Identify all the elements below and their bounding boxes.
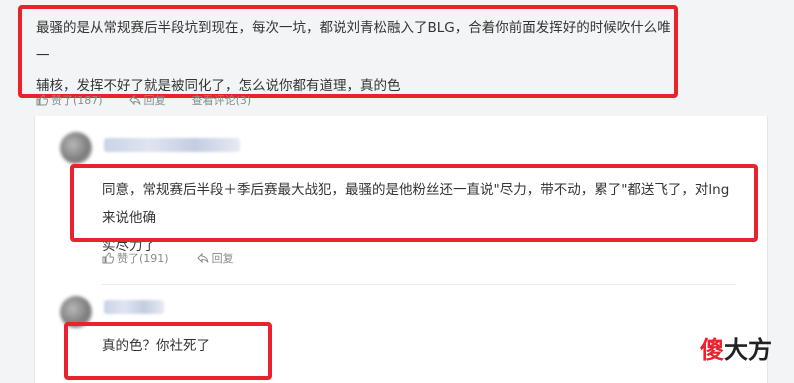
highlight-box-reply-1 [70, 164, 758, 242]
watermark-rest: 大方 [724, 336, 772, 364]
watermark-first-char: 傻 [700, 336, 724, 364]
highlight-box-reply-2 [64, 322, 272, 380]
highlight-box-top-comment [18, 5, 678, 98]
thumbs-up-icon [102, 252, 114, 264]
reply-button[interactable]: 回复 [128, 92, 166, 108]
divider [102, 284, 736, 285]
view-replies-link[interactable]: 查看评论(3) [192, 92, 252, 108]
thumbs-up-icon [36, 94, 48, 106]
username-blurred[interactable] [104, 300, 164, 314]
username-blurred[interactable] [104, 138, 240, 152]
like-count: 赞了(191) [117, 252, 169, 265]
avatar[interactable] [60, 132, 92, 164]
like-count: 赞了(187) [51, 94, 103, 107]
reply-button[interactable]: 回复 [196, 250, 234, 266]
reply-label: 回复 [143, 94, 166, 107]
reply-icon [128, 94, 141, 106]
reply-label: 回复 [211, 252, 234, 265]
reply-1-actions: 赞了(191) 回复 [102, 250, 234, 266]
reply-icon [196, 252, 209, 264]
like-button[interactable]: 赞了(187) [36, 92, 103, 108]
watermark-logo: 傻大方 [700, 330, 772, 365]
like-button[interactable]: 赞了(191) [102, 250, 169, 266]
top-comment-actions: 赞了(187) 回复 查看评论(3) [36, 92, 251, 108]
